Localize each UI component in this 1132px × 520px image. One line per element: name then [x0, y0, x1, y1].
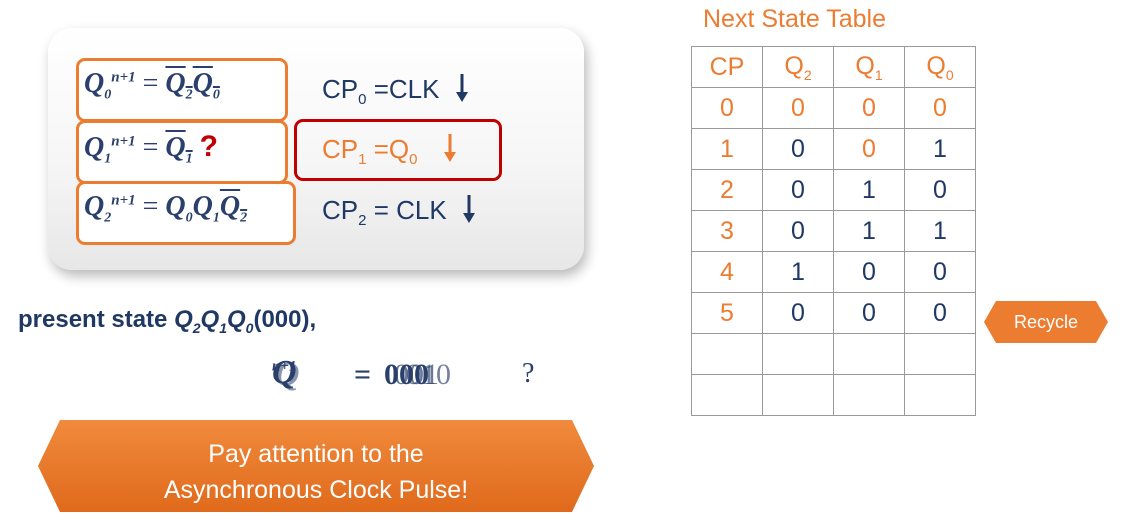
table-row: 0 0 0 0 — [691, 87, 976, 129]
header-q1: Q1 — [833, 46, 905, 88]
equation-q0: Q0n+1 = Q2Q0 — [84, 68, 220, 103]
table-row — [691, 374, 976, 416]
table-title: Next State Table — [703, 5, 886, 33]
recycle-label: Recycle — [1013, 312, 1079, 332]
table-header-row: CP Q2 Q1 Q0 — [691, 46, 976, 88]
down-arrow-icon — [455, 74, 469, 102]
table-row: 3 0 1 1 — [691, 210, 976, 252]
equation-q1: Q1n+1 = Q1 ? — [84, 130, 218, 167]
clock-cp0: CP0 =CLK — [322, 74, 469, 108]
overlapping-equation: Qn+1 Q = 000 001 010 ? — [272, 354, 535, 393]
down-arrow-icon — [462, 195, 476, 223]
table-row — [691, 333, 976, 375]
present-state-text: present state Q2Q1Q0(000), — [18, 306, 317, 336]
overlap-lhs-shadow: Q — [275, 356, 300, 393]
header-q0: Q0 — [904, 46, 976, 88]
clock-cp2: CP2 = CLK — [322, 195, 476, 229]
overlap-question-mark: ? — [522, 358, 535, 389]
table-row: 2 0 1 0 — [691, 169, 976, 211]
table-row: 1 0 0 1 — [691, 128, 976, 170]
banner-text: Pay attention to the Asynchronous Clock … — [163, 440, 469, 504]
equation-q2: Q2n+1 = Q0Q1Q2 — [84, 191, 248, 226]
overlap-value-3: 010 — [406, 358, 451, 391]
down-arrow-icon — [443, 134, 457, 162]
next-state-table: CP Q2 Q1 Q0 0 0 0 0 1 0 0 1 2 0 1 0 3 0 … — [691, 46, 976, 416]
header-q2: Q2 — [762, 46, 834, 88]
clock-cp1: CP1 =Q0 — [322, 134, 457, 168]
table-row: 4 1 0 0 — [691, 251, 976, 293]
header-cp: CP — [691, 46, 763, 88]
question-mark: ? — [199, 130, 218, 163]
table-row: 5 0 0 0 — [691, 292, 976, 334]
